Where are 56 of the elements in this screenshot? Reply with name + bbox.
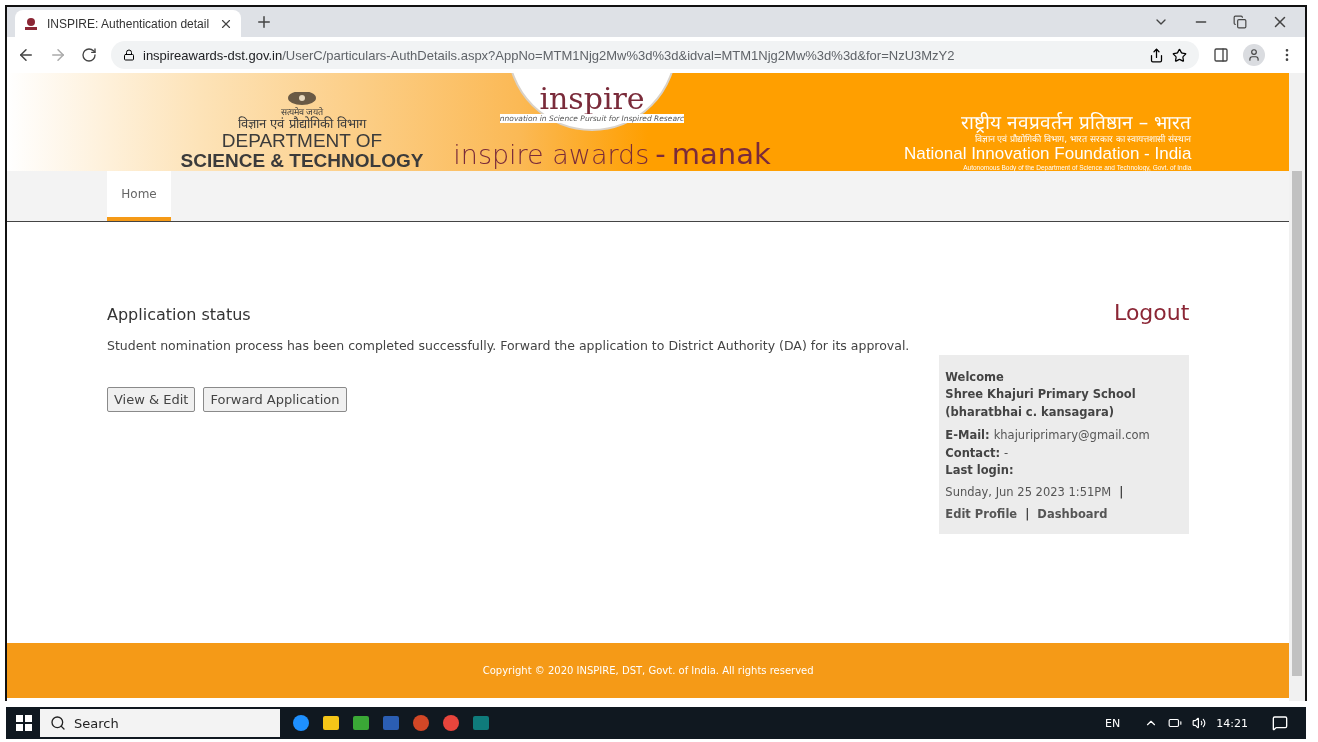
nav-tab[interactable]: Home — [107, 171, 171, 221]
logout-link[interactable]: Logout — [1114, 300, 1190, 325]
search-icon — [50, 715, 66, 731]
notification-icon[interactable] — [1272, 715, 1288, 731]
address-bar[interactable]: inspireawards-dst.gov.in/UserC/particulars-AuthDetails.aspx?AppNo=MTM1Njg2Mw%3d%3d&idval=MTM1Njg2Mw%3d%3d&for=NzU3MzY2 — [111, 41, 1199, 69]
star-icon[interactable] — [1172, 47, 1187, 63]
tab-title: INSPIRE: Authentication detail — [47, 16, 211, 31]
clock-text: 14:21 — [1216, 716, 1248, 730]
lock-icon — [123, 49, 135, 61]
separator-text: | — [1025, 506, 1030, 523]
search-text: Search — [74, 715, 119, 731]
language-indicator: EN — [1105, 716, 1121, 730]
battery-icon[interactable] — [1168, 716, 1183, 730]
status-message: Student nomination process has been completed successfully. Forward the application to District Authority (DA) for its approval. — [107, 338, 910, 353]
department-name: DEPARTMENT OF — [221, 131, 383, 152]
app-icon[interactable] — [352, 714, 370, 732]
section-heading: Application status — [107, 305, 252, 324]
action-button[interactable]: View & Edit — [107, 387, 196, 412]
foundation-hindi-name: राष्ट्रीय नवप्रवर्तन प्रतिष्ठान – भारत — [960, 111, 1192, 133]
brand-dash: - — [655, 137, 666, 171]
edit-profile-link[interactable]: Edit Profile — [945, 506, 1018, 524]
foundation-hindi-subtitle: विज्ञान एवं प्रौद्योगिकी विभाग, भारत सरकार का स्वायत्तशासी संस्थान — [974, 133, 1192, 144]
copyright-text: Copyright © 2020 INSPIRE, DST, Govt. of India. All rights reserved — [482, 665, 814, 676]
last-login-value: Sunday, Jun 25 2023 1:51PM — [945, 484, 1112, 502]
department-hindi-name: विज्ञान एवं प्रौद्योगिकी विभाग — [238, 117, 366, 132]
new-tab-icon[interactable] — [255, 13, 273, 31]
restore-icon[interactable] — [1233, 15, 1247, 29]
brand-text: inspire awards — [453, 139, 650, 170]
welcome-text: Welcome — [945, 369, 1005, 386]
field-label: E-Mail: — [945, 426, 990, 444]
school-name: Shree Khajuri Primary School (bharatbhai c. kansagara) — [945, 386, 1137, 421]
dashboard-link[interactable]: Dashboard — [1037, 506, 1108, 524]
logo-text: inspire — [539, 84, 645, 114]
browser-tab[interactable]: INSPIRE: Authentication detail — [15, 10, 241, 37]
volume-icon[interactable] — [1192, 716, 1207, 730]
site-favicon-icon — [23, 15, 39, 32]
back-icon[interactable] — [17, 46, 35, 64]
contact-value: - — [1004, 444, 1009, 462]
app-icon[interactable] — [322, 714, 340, 732]
motto-text: सत्यमेव जयते — [280, 108, 324, 118]
department-name: SCIENCE & TECHNOLOGY — [180, 151, 424, 171]
field-label: Last login: — [945, 462, 1014, 480]
action-button[interactable]: Forward Application — [203, 387, 347, 412]
foundation-name: National Innovation Foundation - India — [904, 144, 1192, 164]
windows-start-icon[interactable] — [16, 715, 32, 731]
app-icon[interactable] — [292, 714, 310, 732]
reload-icon[interactable] — [81, 47, 97, 63]
app-icon[interactable] — [442, 714, 460, 732]
field-label: Contact: — [945, 444, 1001, 462]
separator-text: | — [1119, 484, 1124, 502]
share-icon[interactable] — [1149, 47, 1164, 63]
brand-text: manak — [671, 137, 771, 171]
side-panel-icon[interactable] — [1213, 47, 1229, 63]
profile-icon[interactable] — [1243, 44, 1265, 66]
email-value: khajuriprimary@gmail.com — [993, 426, 1150, 444]
taskbar-search-field[interactable]: Search — [40, 709, 280, 737]
